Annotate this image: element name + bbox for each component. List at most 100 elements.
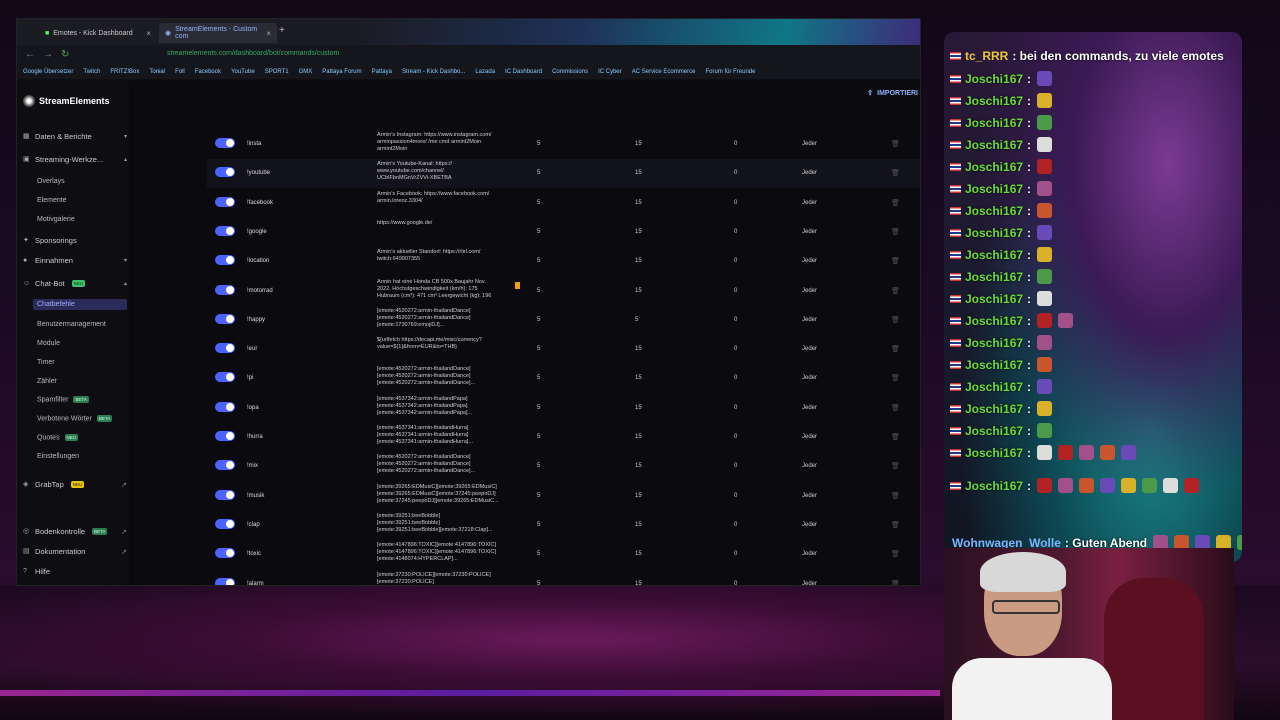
sidebar-item-daten[interactable]: ▦ Daten & Berichte ▾ <box>23 132 127 141</box>
trash-icon[interactable]: 🗑 <box>891 316 900 324</box>
sidebar-item-chatbot[interactable]: ☺ Chat-Bot NEU ▴ <box>23 279 127 288</box>
sidebar-item-module[interactable]: Module <box>37 340 60 347</box>
trash-icon[interactable]: 🗑 <box>891 140 900 148</box>
table-row[interactable]: !google https://www.google.de/5 15 0 Jeder 🗑 <box>207 218 920 247</box>
sidebar-item-chatbefehle[interactable]: Chatbefehle <box>33 299 127 310</box>
bookmark-item[interactable]: Stream - Kick Dashbo... <box>402 69 465 75</box>
chat-username[interactable]: Joschi167 <box>965 72 1023 86</box>
trash-icon[interactable]: 🗑 <box>891 580 900 586</box>
back-icon[interactable]: ← <box>25 49 35 60</box>
bookmark-item[interactable]: Google Übersetzer <box>23 69 73 75</box>
chat-username[interactable]: Joschi167 <box>965 358 1023 372</box>
reload-icon[interactable]: ↻ <box>61 49 69 60</box>
chat-username[interactable]: Joschi167 <box>965 226 1023 240</box>
sidebar-item-elemente[interactable]: Elemente <box>37 197 67 204</box>
trash-icon[interactable]: 🗑 <box>891 521 900 529</box>
chat-username[interactable]: Joschi167 <box>965 248 1023 262</box>
forward-icon[interactable]: → <box>43 49 53 60</box>
trash-icon[interactable]: 🗑 <box>891 492 900 500</box>
enable-toggle[interactable] <box>215 548 235 559</box>
trash-icon[interactable]: 🗑 <box>891 433 900 441</box>
trash-icon[interactable]: 🗑 <box>891 345 900 353</box>
enable-toggle[interactable] <box>215 313 235 324</box>
trash-icon[interactable]: 🗑 <box>891 374 900 382</box>
sidebar-item-verbotene-woerter[interactable]: Verbotene Wörter BETA <box>37 415 113 422</box>
enable-toggle[interactable] <box>215 167 235 178</box>
import-button[interactable]: ⇪ IMPORTIERI <box>867 89 918 98</box>
chat-username[interactable]: Joschi167 <box>965 182 1023 196</box>
bookmark-item[interactable]: GMX <box>299 69 313 75</box>
trash-icon[interactable]: 🗑 <box>891 550 900 558</box>
bookmark-item[interactable]: AC Service Ecommerce <box>632 69 696 75</box>
bookmark-item[interactable]: Commissions <box>552 69 588 75</box>
bookmark-item[interactable]: YouTube <box>231 69 255 75</box>
enable-toggle[interactable] <box>215 372 235 383</box>
bookmark-item[interactable]: Lazada <box>475 69 495 75</box>
table-row[interactable]: !facebook Armin's Facebook: https://www.f… <box>207 189 920 218</box>
bookmark-item[interactable]: Pattaya Forum <box>322 69 361 75</box>
bookmark-item[interactable]: SPORT1 <box>265 69 289 75</box>
bookmark-item[interactable]: Foll <box>175 69 185 75</box>
table-row[interactable]: !mix [emote:4520272:armin-thailandDance] … <box>207 452 920 481</box>
enable-toggle[interactable] <box>215 518 235 529</box>
chat-username[interactable]: Joschi167 <box>965 424 1023 438</box>
table-row[interactable]: !youtube Armin's Youtube-Kanal: https:// … <box>207 159 920 189</box>
sidebar-item-bodenkontrolle[interactable]: ◎ Bodenkontrolle BETA ↗ <box>23 527 127 536</box>
trash-icon[interactable]: 🗑 <box>891 257 900 265</box>
close-icon[interactable]: × <box>146 29 151 38</box>
chat-username[interactable]: tc_RRR <box>965 49 1008 63</box>
sidebar-item-motivgalerie[interactable]: Motivgalerie <box>37 216 75 223</box>
table-row[interactable]: !happy [emote:4520272:armin-thailandDance… <box>207 306 920 335</box>
sidebar-item-timer[interactable]: Timer <box>37 359 55 366</box>
enable-toggle[interactable] <box>215 489 235 500</box>
bookmark-item[interactable]: Pattaya <box>372 69 392 75</box>
trash-icon[interactable]: 🗑 <box>891 199 900 207</box>
sidebar-item-hilfe[interactable]: ? Hilfe <box>23 567 127 576</box>
bookmark-item[interactable]: Tonial <box>149 69 165 75</box>
enable-toggle[interactable] <box>215 401 235 412</box>
chat-username[interactable]: Joschi167 <box>965 160 1023 174</box>
enable-toggle[interactable] <box>215 196 235 207</box>
url-input[interactable]: streamelements.com/dashboard/bot/command… <box>167 50 339 57</box>
sidebar-item-spamfilter[interactable]: Spamfilter BETA <box>37 396 89 403</box>
new-tab-icon[interactable]: + <box>279 25 285 36</box>
tab-emotes-kick[interactable]: ■ Emotes - Kick Dashboard × <box>39 23 157 43</box>
chat-username[interactable]: Joschi167 <box>965 204 1023 218</box>
bookmark-item[interactable]: Twitch <box>83 69 100 75</box>
bookmark-item[interactable]: Facebook <box>195 69 221 75</box>
chat-username[interactable]: Joschi167 <box>965 479 1023 493</box>
trash-icon[interactable]: 🗑 <box>891 404 900 412</box>
sidebar-item-sponsorings[interactable]: ✦ Sponsorings <box>23 236 127 245</box>
close-icon[interactable]: × <box>266 29 271 38</box>
table-row[interactable]: !insta Armin's Instagram: https://www.ins… <box>207 130 920 159</box>
table-row[interactable]: !hurra [emote:4537341:armin-thailandHurra… <box>207 423 920 452</box>
trash-icon[interactable]: 🗑 <box>891 169 900 177</box>
enable-toggle[interactable] <box>215 431 235 441</box>
enable-toggle[interactable] <box>215 343 235 354</box>
table-row[interactable]: !clap [emote:39251:beeBobble] [emote:3925… <box>207 511 920 540</box>
brand[interactable]: StreamElements <box>23 95 110 107</box>
sidebar-item-dokumentation[interactable]: ▤ Dokumentation ↗ <box>23 547 127 556</box>
trash-icon[interactable]: 🗑 <box>891 287 900 295</box>
enable-toggle[interactable] <box>215 255 235 266</box>
table-row[interactable]: !toxic [emote:4147896:TOXIC][emote:414789… <box>207 540 920 569</box>
sidebar-item-grabtap[interactable]: ◈ GrabTap NEU ↗ <box>23 480 127 489</box>
enable-toggle[interactable] <box>215 138 235 148</box>
chat-username[interactable]: Joschi167 <box>965 446 1023 460</box>
sidebar-item-benutzermanagement[interactable]: Benutzermanagement <box>37 321 106 328</box>
enable-toggle[interactable] <box>215 284 235 295</box>
sidebar-item-einstellungen[interactable]: Einstellungen <box>37 453 79 460</box>
table-row[interactable]: !pi [emote:4520272:armin-thailandDance] [… <box>207 364 920 393</box>
table-row[interactable]: !eur ${urlfetch https://decapi.me/misc/cu… <box>207 335 920 364</box>
chat-username[interactable]: Joschi167 <box>965 336 1023 350</box>
chat-username[interactable]: Joschi167 <box>965 138 1023 152</box>
table-row[interactable]: !musik [emote:39265:EDMusiC][emote:39265:… <box>207 482 920 511</box>
chat-username[interactable]: Joschi167 <box>965 314 1023 328</box>
enable-toggle[interactable] <box>215 577 235 585</box>
tab-streamelements[interactable]: ◉ StreamElements - Custom com × <box>159 23 277 43</box>
chat-username[interactable]: Joschi167 <box>965 270 1023 284</box>
chat-username[interactable]: Joschi167 <box>965 292 1023 306</box>
chat-username[interactable]: Joschi167 <box>965 402 1023 416</box>
enable-toggle[interactable] <box>215 460 235 471</box>
chat-username[interactable]: Joschi167 <box>965 94 1023 108</box>
